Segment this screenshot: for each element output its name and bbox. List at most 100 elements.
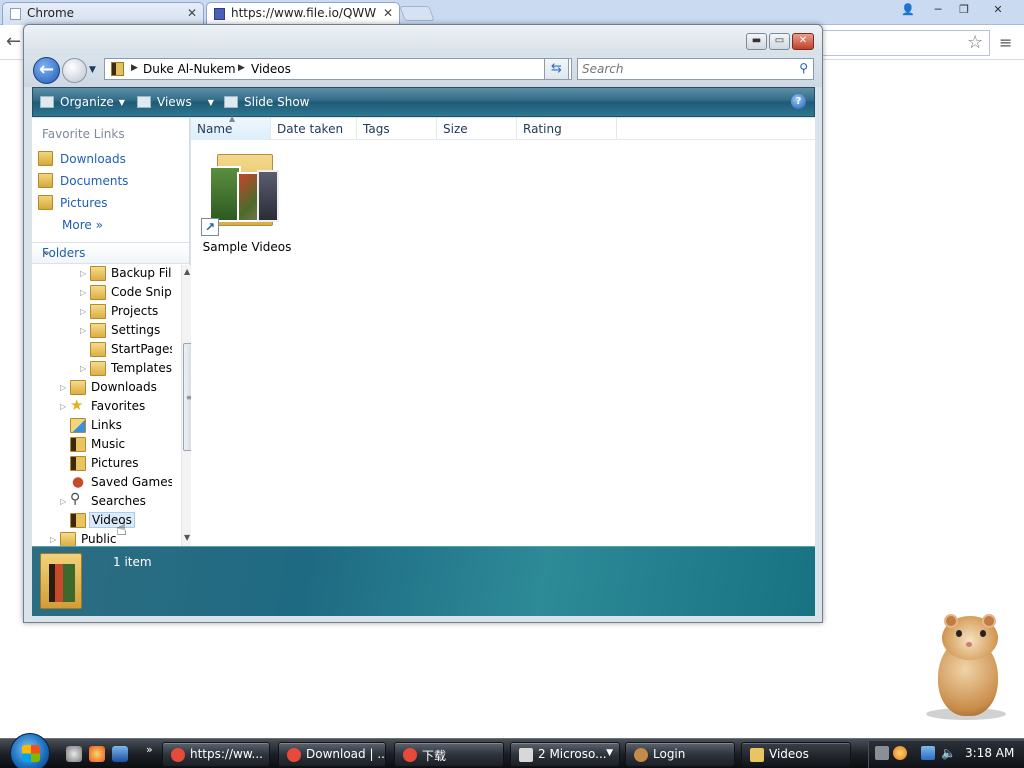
- scroll-up-icon[interactable]: ▲: [184, 267, 190, 276]
- folder-icon: [90, 285, 106, 300]
- favorite-link-documents[interactable]: Documents: [38, 173, 128, 193]
- back-arrow-icon[interactable]: ←: [6, 31, 21, 52]
- taskbar-button[interactable]: Download | ...: [278, 742, 386, 767]
- close-tab-icon[interactable]: ✕: [187, 6, 197, 20]
- folder-icon: [90, 323, 106, 338]
- forward-button[interactable]: [62, 58, 87, 83]
- refresh-icon[interactable]: ⇆: [544, 58, 569, 80]
- expand-icon[interactable]: ▷: [60, 383, 66, 392]
- videos-folder-icon: [750, 748, 764, 762]
- column-header-name[interactable]: ▲ Name: [191, 114, 271, 140]
- minimize-button[interactable]: ▬: [746, 33, 767, 50]
- search-icon[interactable]: ⚲: [799, 61, 808, 75]
- back-button[interactable]: ←: [33, 57, 60, 84]
- quick-launch-more-icon[interactable]: »: [146, 743, 153, 756]
- login-icon: [634, 748, 648, 762]
- search-input[interactable]: [582, 61, 782, 77]
- start-button[interactable]: [10, 733, 50, 768]
- folders-header[interactable]: Folders ⌄: [32, 242, 189, 264]
- column-label: Name: [197, 122, 233, 136]
- organize-label: Organize: [60, 95, 114, 109]
- taskbar-button[interactable]: https://ww...: [162, 742, 270, 767]
- column-header-date-taken[interactable]: Date taken: [271, 118, 357, 140]
- taskbar-button-active[interactable]: Videos: [741, 742, 851, 767]
- tree-item-label: Links: [91, 418, 122, 432]
- expand-icon[interactable]: ▷: [60, 497, 66, 506]
- taskbar-button-label: Videos: [769, 747, 809, 761]
- restore-button[interactable]: ❐: [952, 1, 976, 18]
- show-desktop-icon[interactable]: [112, 746, 128, 762]
- new-tab-button[interactable]: [399, 6, 435, 21]
- omnibox[interactable]: [820, 30, 990, 56]
- address-bar[interactable]: ▶ Duke Al-Nukem ▶ Videos ▼: [104, 58, 572, 80]
- expand-icon[interactable]: ▷: [80, 326, 86, 335]
- expand-icon[interactable]: ▷: [80, 307, 86, 316]
- chrome-menu-icon[interactable]: ≡: [999, 33, 1012, 52]
- tray-icon[interactable]: [875, 746, 889, 760]
- slideshow-icon: [224, 96, 238, 108]
- tree-item-label: Backup Files: [111, 266, 172, 280]
- taskbar-button-label: 2 Microso...: [538, 747, 607, 761]
- browser-tab-fileio[interactable]: https://www.file.io/QWW ✕: [206, 2, 400, 25]
- tree-item-label: Projects: [111, 304, 159, 318]
- breadcrumb-separator[interactable]: ▶: [131, 63, 138, 73]
- recent-pages-dropdown[interactable]: ▼: [89, 65, 96, 75]
- taskbar-button-label: Login: [653, 747, 686, 761]
- folder-icon: [90, 342, 106, 357]
- browser-tab-strip: Chrome ✕ https://www.file.io/QWW ✕ 👤 ─ ❐…: [0, 0, 1024, 25]
- hamster-image: [924, 614, 1010, 720]
- more-favorites-link[interactable]: More »: [62, 218, 103, 232]
- tree-item-label: Settings: [111, 323, 161, 337]
- expand-icon[interactable]: ▷: [80, 364, 86, 373]
- column-header-size[interactable]: Size: [437, 118, 517, 140]
- browser-tab-chrome[interactable]: Chrome ✕: [2, 2, 204, 25]
- file-item-name: Sample Videos: [202, 240, 292, 254]
- column-header-rating[interactable]: Rating: [517, 118, 617, 140]
- quick-launch-icon[interactable]: [89, 746, 105, 762]
- column-header-tags[interactable]: Tags: [357, 118, 437, 140]
- star-icon: ★: [70, 396, 84, 414]
- bookmark-star-icon[interactable]: ☆: [967, 32, 983, 53]
- expand-icon[interactable]: ▷: [60, 402, 66, 411]
- scroll-down-icon[interactable]: ▼: [184, 533, 190, 542]
- expand-icon[interactable]: ▷: [80, 288, 86, 297]
- views-button[interactable]: Views ▼: [137, 95, 214, 109]
- organize-icon: [40, 96, 54, 108]
- favorite-link-pictures[interactable]: Pictures: [38, 195, 108, 215]
- breadcrumb-videos[interactable]: Videos: [251, 62, 291, 76]
- organize-button[interactable]: Organize ▼: [40, 95, 125, 109]
- chrome-icon: [171, 748, 185, 762]
- file-item[interactable]: ↗ Sample Videos: [201, 148, 293, 258]
- slideshow-button[interactable]: Slide Show: [224, 95, 309, 109]
- saved-games-icon: [70, 475, 86, 490]
- folder-icon: [90, 266, 106, 281]
- taskbar-button-label: 下载: [422, 749, 447, 763]
- search-box[interactable]: ⚲: [577, 58, 814, 80]
- favorite-link-downloads[interactable]: Downloads: [38, 151, 126, 171]
- breadcrumb-separator[interactable]: ▶: [238, 63, 245, 73]
- close-button[interactable]: ✕: [986, 1, 1010, 18]
- user-icon[interactable]: 👤: [896, 1, 920, 18]
- column-label: Size: [443, 122, 468, 136]
- taskbar-button[interactable]: Login: [625, 742, 735, 767]
- clock[interactable]: 3:18 AM: [965, 746, 1014, 760]
- taskbar-button-group[interactable]: 2 Microso... ▼: [510, 742, 620, 767]
- column-headers: ▲ Name Date taken Tags Size Rating: [191, 114, 815, 140]
- expand-icon[interactable]: ▷: [80, 269, 86, 278]
- minimize-button[interactable]: ─: [926, 1, 950, 18]
- close-tab-icon[interactable]: ✕: [383, 6, 393, 20]
- close-button[interactable]: ✕: [792, 33, 814, 50]
- expand-icon[interactable]: ▷: [50, 535, 56, 544]
- tray-icon[interactable]: [893, 746, 907, 760]
- network-icon[interactable]: [921, 746, 935, 760]
- taskbar-button[interactable]: 下载: [394, 742, 504, 767]
- column-label: Rating: [523, 122, 562, 136]
- help-icon[interactable]: ?: [791, 94, 806, 109]
- volume-icon[interactable]: 🔈: [941, 746, 956, 760]
- music-folder-icon: [70, 437, 86, 452]
- breadcrumb-user[interactable]: Duke Al-Nukem: [143, 62, 236, 76]
- maximize-button[interactable]: ▭: [769, 33, 790, 50]
- column-label: Tags: [363, 122, 390, 136]
- quick-launch-icon[interactable]: [66, 746, 82, 762]
- documents-folder-icon: [38, 173, 53, 188]
